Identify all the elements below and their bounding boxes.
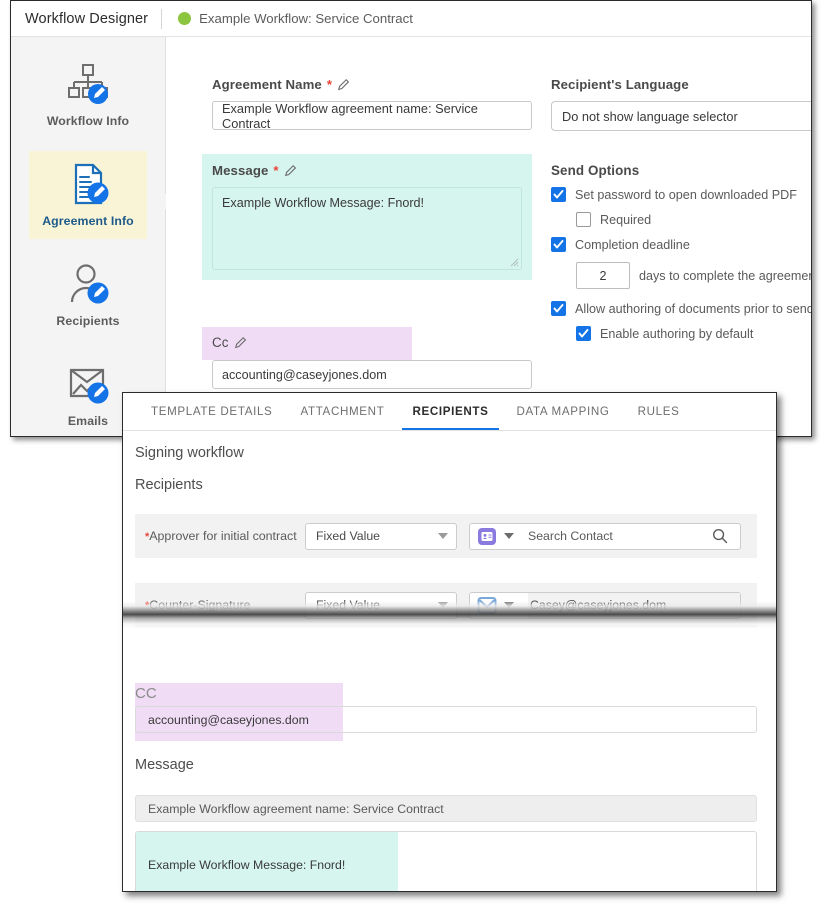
agreement-name-label: Agreement Name *: [212, 77, 532, 92]
workflow-name: Example Workflow: Service Contract: [199, 11, 413, 26]
required-marker: *: [273, 163, 279, 178]
option-label: Allow authoring of documents prior to se…: [575, 301, 812, 316]
message-text: Example Workflow Message: Fnord!: [222, 196, 425, 210]
required-marker: *: [326, 77, 333, 92]
cc-input[interactable]: accounting@caseyjones.dom: [212, 360, 532, 389]
recipient-role-label: *Approver for initial contract: [135, 529, 305, 543]
sidebar-item-workflow-info[interactable]: Workflow Info: [29, 51, 147, 139]
template-message-textarea[interactable]: Example Workflow Message: Fnord!: [135, 831, 757, 891]
checkbox-checked-icon[interactable]: [551, 301, 566, 316]
pencil-icon[interactable]: [284, 164, 298, 178]
recipients-heading: Recipients: [135, 477, 203, 493]
days-input[interactable]: 2: [576, 262, 630, 289]
chevron-down-icon[interactable]: [504, 533, 514, 539]
signing-workflow-heading: Signing workflow: [135, 445, 244, 461]
template-details-panel: TEMPLATE DETAILS ATTACHMENT RECIPIENTS D…: [122, 392, 777, 892]
template-tabbar: TEMPLATE DETAILS ATTACHMENT RECIPIENTS D…: [123, 393, 776, 431]
role-text: Counter-Signature: [149, 598, 251, 612]
resize-grip-icon[interactable]: [510, 258, 519, 267]
option-completion-deadline[interactable]: Completion deadline: [551, 237, 811, 252]
sidebar-label: Workflow Info: [46, 114, 130, 128]
option-required[interactable]: Required: [576, 212, 811, 227]
template-message-text: Example Workflow Message: Fnord!: [148, 858, 346, 872]
option-set-password[interactable]: Set password to open downloaded PDF: [551, 187, 811, 202]
completion-days-row: 2 days to complete the agreement: [576, 262, 812, 289]
tab-attachment[interactable]: ATTACHMENT: [286, 393, 398, 430]
contact-email-input[interactable]: Casey@caseyjones.dom: [528, 592, 740, 618]
recipient-language-label: Recipient's Language: [551, 77, 689, 92]
label-text: Cc: [212, 335, 229, 350]
send-options-title: Send Options: [551, 163, 640, 178]
person-edit-icon: [65, 262, 111, 306]
template-agreement-name-field[interactable]: Example Workflow agreement name: Service…: [135, 795, 757, 822]
cc-title: CC: [135, 685, 157, 702]
option-label: Completion deadline: [575, 237, 690, 252]
checkbox-unchecked-icon[interactable]: [576, 212, 591, 227]
app-title: Workflow Designer: [25, 10, 149, 27]
agreement-name-input[interactable]: Example Workflow agreement name: Service…: [212, 101, 532, 131]
recipient-contact-field[interactable]: Casey@caseyjones.dom: [469, 591, 741, 619]
chevron-down-icon: [438, 533, 448, 539]
designer-titlebar: Workflow Designer Example Workflow: Serv…: [11, 1, 811, 37]
recipient-row-approver: *Approver for initial contract Fixed Val…: [135, 514, 757, 558]
tab-template-details[interactable]: TEMPLATE DETAILS: [137, 393, 286, 430]
sidebar-label: Agreement Info: [42, 214, 134, 228]
id-badge-icon[interactable]: [477, 527, 497, 546]
checkbox-checked-icon[interactable]: [551, 187, 566, 202]
search-icon[interactable]: [712, 528, 728, 544]
recipient-language-group: Recipient's Language Do not show languag…: [551, 77, 811, 131]
chevron-down-icon: [438, 602, 448, 608]
workflow-tree-edit-icon: [65, 62, 111, 106]
contact-search-input[interactable]: Search Contact: [528, 529, 712, 543]
envelope-icon[interactable]: [477, 596, 497, 615]
recipient-source-select[interactable]: Fixed Value: [305, 522, 457, 550]
sidebar-item-agreement-info[interactable]: Agreement Info: [29, 151, 147, 239]
checkbox-checked-icon[interactable]: [551, 237, 566, 252]
message-textarea[interactable]: Example Workflow Message: Fnord!: [212, 187, 522, 270]
tab-data-mapping[interactable]: DATA MAPPING: [503, 393, 624, 430]
sidebar-label: Recipients: [56, 314, 120, 328]
recipient-language-select[interactable]: Do not show language selector: [551, 101, 811, 131]
pencil-icon[interactable]: [337, 78, 351, 92]
designer-sidebar: Workflow Info Agreement Info Recipients …: [11, 37, 166, 436]
cc-input-wrapper: accounting@caseyjones.dom: [212, 360, 532, 389]
message-label: Message *: [212, 163, 522, 178]
role-text: Approver for initial contract: [149, 529, 297, 543]
document-edit-icon: [65, 162, 111, 206]
tab-rules[interactable]: RULES: [624, 393, 694, 430]
recipient-contact-field[interactable]: Search Contact: [469, 522, 741, 550]
agreement-info-form: Agreement Name * Example Workflow agreeme…: [166, 37, 811, 436]
agreement-name-field-group: Agreement Name * Example Workflow agreeme…: [212, 77, 532, 131]
label-text: Agreement Name: [212, 77, 322, 92]
recipient-row-counter-signature: *Counter-Signature Fixed Value Casey@cas…: [135, 583, 757, 627]
chevron-down-icon[interactable]: [504, 602, 514, 608]
workflow-designer-window: Workflow Designer Example Workflow: Serv…: [10, 0, 812, 437]
cc-label-highlight: Cc: [202, 327, 412, 360]
label-text: Message: [212, 163, 269, 178]
message-heading: Message: [135, 757, 194, 773]
cc-field[interactable]: accounting@caseyjones.dom: [135, 706, 757, 733]
checkbox-checked-icon[interactable]: [576, 326, 591, 341]
cc-label: Cc: [212, 335, 412, 350]
option-enable-authoring-default[interactable]: Enable authoring by default: [576, 326, 811, 341]
option-label: Enable authoring by default: [600, 326, 754, 341]
recipients-tab-body: Signing workflow Recipients *Approver fo…: [123, 431, 776, 891]
select-value: Fixed Value: [316, 598, 381, 612]
message-field-group: Message * Example Workflow Message: Fnord…: [202, 154, 532, 280]
workflow-status-dot: [178, 12, 192, 25]
recipient-source-select[interactable]: Fixed Value: [305, 591, 457, 619]
option-allow-authoring[interactable]: Allow authoring of documents prior to se…: [551, 301, 812, 316]
tab-recipients[interactable]: RECIPIENTS: [398, 393, 502, 430]
pencil-icon[interactable]: [234, 336, 248, 350]
email-image-edit-icon: [65, 362, 111, 406]
option-label: Required: [600, 212, 652, 227]
option-label: Set password to open downloaded PDF: [575, 187, 797, 202]
sidebar-label: Emails: [67, 414, 109, 428]
days-text: days to complete the agreement: [639, 268, 812, 283]
recipient-role-label: *Counter-Signature: [135, 598, 305, 612]
sidebar-item-recipients[interactable]: Recipients: [29, 251, 147, 339]
select-value: Fixed Value: [316, 529, 381, 543]
title-divider: [161, 8, 163, 29]
send-options-group: Send Options Set password to open downlo…: [551, 163, 812, 351]
